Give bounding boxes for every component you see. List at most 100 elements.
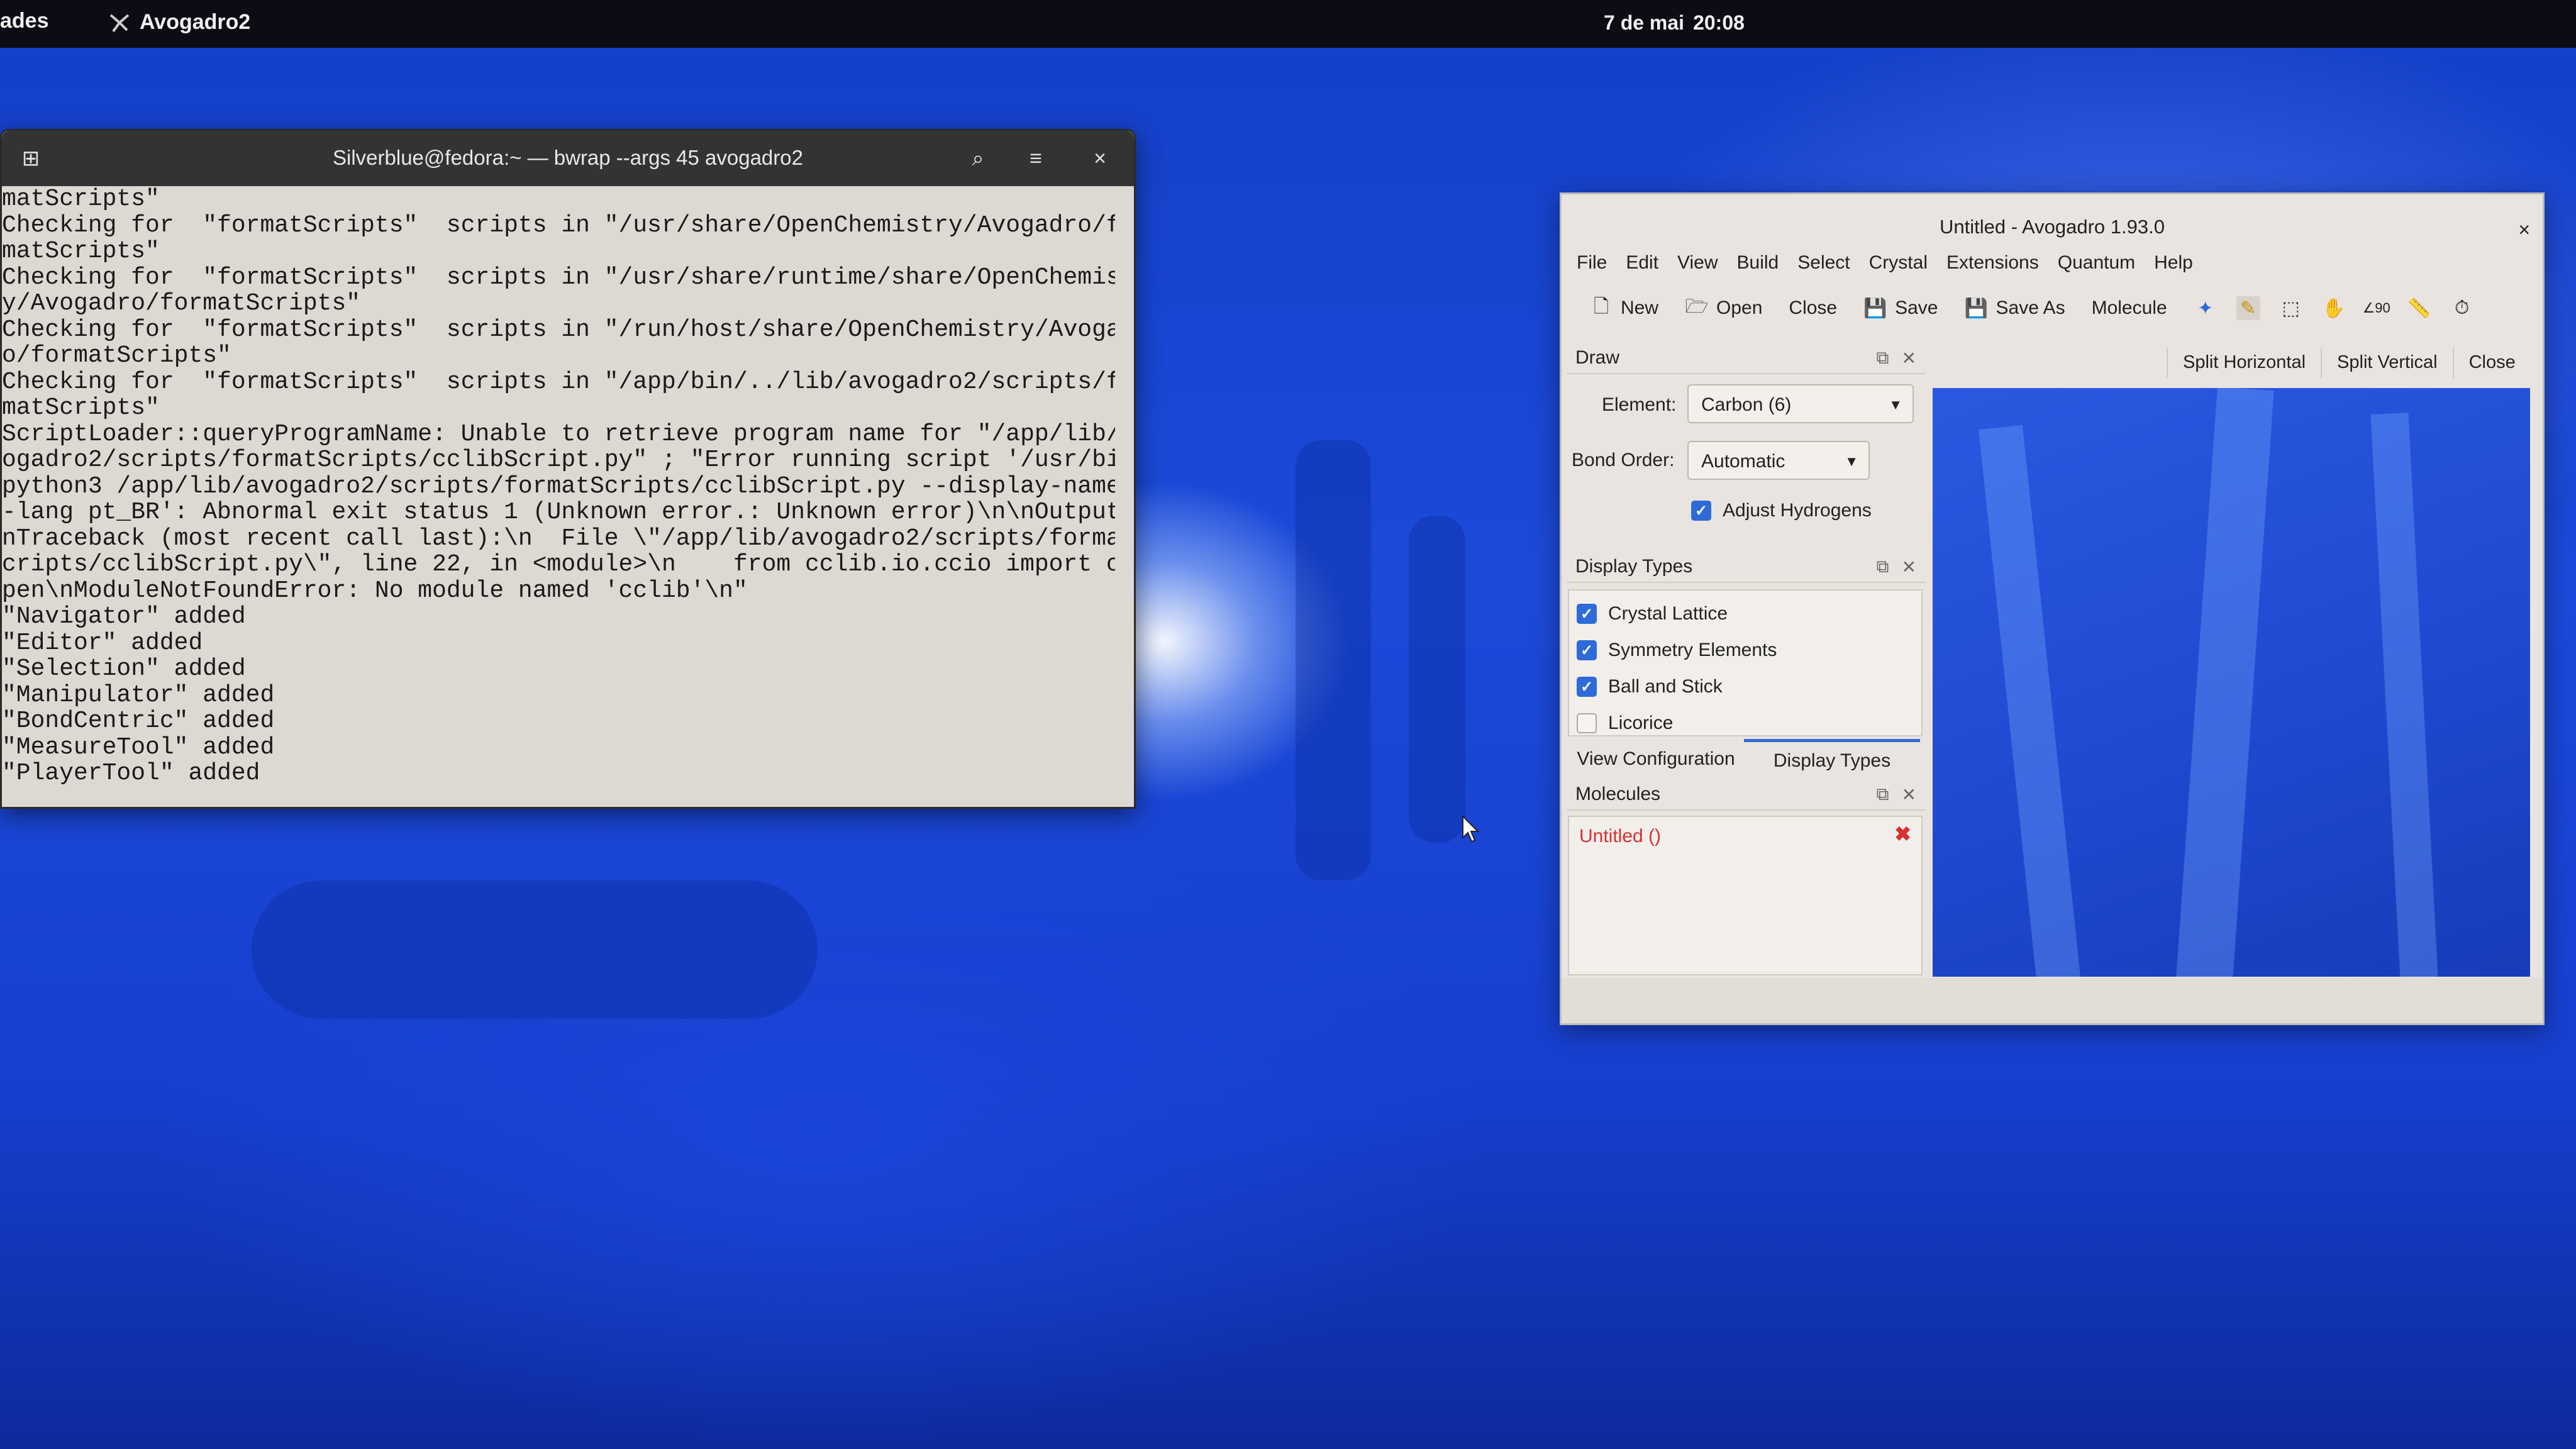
close-label: Close xyxy=(1789,297,1838,318)
display-type-item[interactable]: Licorice xyxy=(1577,713,1673,734)
element-value: Carbon (6) xyxy=(1701,394,1792,415)
player-tool-icon[interactable]: ⏱ xyxy=(2450,296,2474,320)
molecule-item[interactable]: Untitled () xyxy=(1579,826,1661,847)
new-label: New xyxy=(1621,297,1659,318)
close-view-button[interactable]: Close xyxy=(2452,347,2531,378)
close-icon[interactable]: ✕ xyxy=(1902,784,1916,805)
chevron-down-icon: ▼ xyxy=(1845,453,1858,469)
terminal-line: cripts/cclibScript.py\", line 22, in <mo… xyxy=(2,551,1115,578)
bond-order-label: Bond Order: xyxy=(1572,450,1675,470)
display-type-item[interactable]: ✓ Symmetry Elements xyxy=(1577,640,1777,661)
terminal-header: ⊞ Silverblue@fedora:~ — bwrap --args 45 … xyxy=(2,131,1134,186)
app-menu[interactable]: Avogadro2 xyxy=(108,10,250,35)
adjust-hydrogens-checkbox[interactable]: ✓ Adjust Hydrogens xyxy=(1691,500,1872,521)
tab-display-types[interactable]: Display Types xyxy=(1744,739,1920,779)
bond-order-value: Automatic xyxy=(1701,451,1785,472)
terminal-line: -lang pt_BR': Abnormal exit status 1 (Un… xyxy=(2,499,1115,526)
menu-extensions[interactable]: Extensions xyxy=(1946,252,2039,274)
app-name: Avogadro2 xyxy=(140,10,251,34)
element-label: Element: xyxy=(1602,394,1677,415)
display-type-label: Symmetry Elements xyxy=(1608,640,1777,660)
menu-edit[interactable]: Edit xyxy=(1626,252,1658,274)
avogadro-window[interactable]: Untitled - Avogadro 1.93.0 × File Edit V… xyxy=(1560,192,2545,1025)
menu-file[interactable]: File xyxy=(1577,252,1607,274)
panel-tabs: View Configuration Display Types xyxy=(1568,739,1920,779)
save-icon: 💾 xyxy=(1863,297,1887,319)
wallpaper-shape xyxy=(1979,425,2082,977)
menu-crystal[interactable]: Crystal xyxy=(1869,252,1928,274)
checkbox-checked-icon: ✓ xyxy=(1577,640,1597,660)
split-horizontal-button[interactable]: Split Horizontal xyxy=(2167,347,2321,378)
molecule-button[interactable]: Molecule xyxy=(2092,297,2167,319)
checkbox-unchecked-icon xyxy=(1577,713,1597,733)
activities-button[interactable]: ades xyxy=(0,9,49,33)
save-as-icon: 💾 xyxy=(1964,297,1989,319)
wallpaper-shape xyxy=(1409,516,1465,843)
display-type-item[interactable]: ✓ Ball and Stick xyxy=(1577,676,1723,697)
display-types-panel-header: Display Types ⧉ ✕ xyxy=(1567,552,1925,583)
wallpaper-shape xyxy=(2370,413,2438,977)
display-type-label: Crystal Lattice xyxy=(1608,603,1728,624)
element-select[interactable]: Carbon (6) ▼ xyxy=(1687,384,1914,423)
terminal-line: python3 /app/lib/avogadro2/scripts/forma… xyxy=(2,472,1115,500)
checkbox-checked-icon: ✓ xyxy=(1577,604,1597,624)
terminal-line: o/formatScripts" xyxy=(2,342,231,369)
menu-quantum[interactable]: Quantum xyxy=(2058,252,2135,274)
draw-panel-title: Draw xyxy=(1575,347,1620,368)
view-split-bar: Split Horizontal Split Vertical Close xyxy=(2167,347,2531,378)
open-folder-icon: 🗁 xyxy=(1685,296,1709,317)
wallpaper-shape xyxy=(2176,388,2274,977)
manipulate-tool-icon[interactable]: ✋ xyxy=(2322,296,2346,320)
terminal-line: Checking for "formatScripts" scripts in … xyxy=(2,264,1115,291)
select-tool-icon[interactable]: ⬚ xyxy=(2279,296,2303,320)
display-types-list[interactable]: ✓ Crystal Lattice ✓ Symmetry Elements ✓ … xyxy=(1568,589,1923,736)
save-label: Save xyxy=(1895,297,1938,318)
open-button[interactable]: 🗁 Open xyxy=(1685,296,1762,320)
split-vertical-button[interactable]: Split Vertical xyxy=(2321,347,2453,378)
display-type-label: Ball and Stick xyxy=(1608,676,1723,697)
menu-build[interactable]: Build xyxy=(1737,252,1779,274)
mouse-pointer-icon xyxy=(1462,815,1479,843)
save-as-label: Save As xyxy=(1996,297,2065,318)
close-icon[interactable]: ✕ xyxy=(1902,557,1916,577)
terminal-window[interactable]: ⊞ Silverblue@fedora:~ — bwrap --args 45 … xyxy=(0,129,1136,809)
close-icon[interactable]: ✕ xyxy=(1902,348,1916,369)
float-icon[interactable]: ⧉ xyxy=(1877,557,1889,577)
bond-centric-tool-icon[interactable]: ∠90 xyxy=(2363,296,2390,320)
terminal-line: "PlayerTool" added xyxy=(2,760,260,787)
tab-view-configuration[interactable]: View Configuration xyxy=(1568,739,1744,779)
search-icon[interactable]: ⌕ xyxy=(964,145,992,172)
window-title: Untitled - Avogadro 1.93.0 xyxy=(1940,216,2165,238)
molecule-3d-view[interactable] xyxy=(1933,388,2530,977)
float-icon[interactable]: ⧉ xyxy=(1877,784,1889,805)
draw-panel-header: Draw ⧉ ✕ xyxy=(1567,343,1925,374)
hamburger-menu-icon[interactable]: ≡ xyxy=(1022,145,1050,172)
close-button[interactable]: Close xyxy=(1789,297,1837,319)
terminal-line: matScripts" xyxy=(2,186,160,213)
save-as-button[interactable]: 💾 Save As xyxy=(1965,296,2065,320)
terminal-line: pen\nModuleNotFoundError: No module name… xyxy=(2,577,748,604)
terminal-output[interactable]: matScripts" Checking for "formatScripts" … xyxy=(2,186,1115,787)
display-type-item[interactable]: ✓ Crystal Lattice xyxy=(1577,603,1728,625)
status-bar xyxy=(1562,978,2543,1023)
menu-help[interactable]: Help xyxy=(2154,252,2193,274)
terminal-line: matScripts" xyxy=(2,394,160,421)
terminal-line: "Selection" added xyxy=(2,655,246,682)
molecules-list[interactable]: Untitled () ✖ xyxy=(1568,816,1923,975)
navigate-tool-icon[interactable]: ✦ xyxy=(2194,296,2218,320)
close-icon[interactable]: × xyxy=(2518,218,2530,242)
close-icon[interactable]: × xyxy=(1086,145,1114,172)
measure-tool-icon[interactable]: 📏 xyxy=(2407,296,2431,320)
menu-select[interactable]: Select xyxy=(1797,252,1850,274)
draw-tool-icon[interactable]: ✎ xyxy=(2236,296,2260,320)
float-icon[interactable]: ⧉ xyxy=(1877,348,1889,369)
bond-order-select[interactable]: Automatic ▼ xyxy=(1687,441,1870,480)
new-button[interactable]: 🗋 New xyxy=(1589,296,1658,320)
save-button[interactable]: 💾 Save xyxy=(1863,296,1938,320)
menu-view[interactable]: View xyxy=(1677,252,1718,274)
avogadro-app-icon xyxy=(109,13,130,32)
clock[interactable]: 7 de mai 20:08 xyxy=(1604,11,1753,35)
terminal-line: "BondCentric" added xyxy=(2,708,275,735)
remove-molecule-icon[interactable]: ✖ xyxy=(1894,822,1911,846)
terminal-line: matScripts" xyxy=(2,238,160,265)
